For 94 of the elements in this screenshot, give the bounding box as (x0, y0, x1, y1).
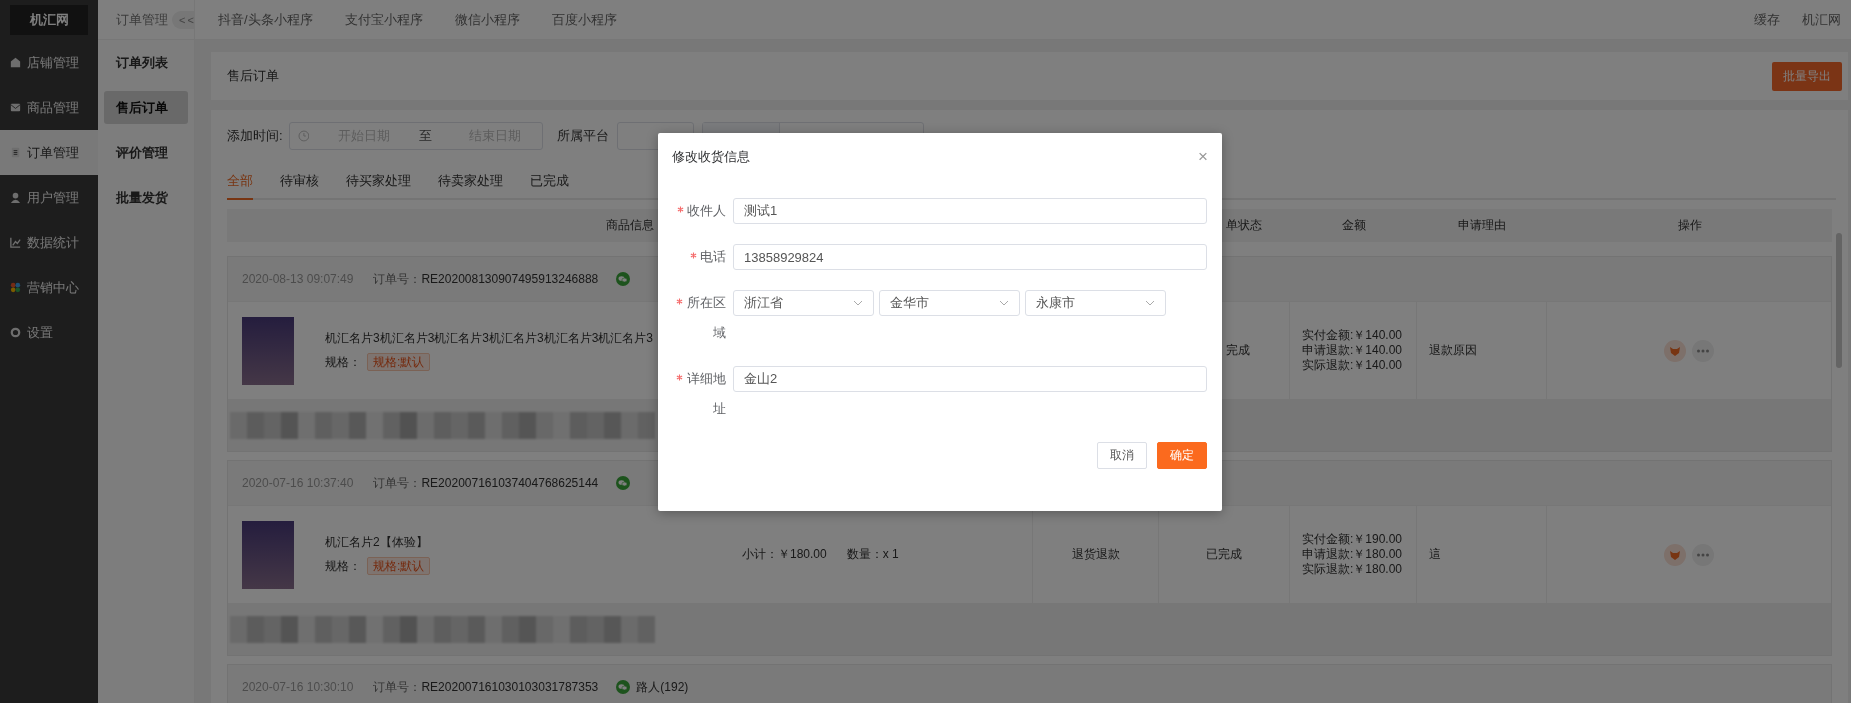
more-icon[interactable] (1692, 543, 1714, 566)
confirm-button[interactable]: 确定 (1157, 442, 1207, 469)
document-icon (9, 146, 22, 159)
scrollbar[interactable] (1836, 233, 1842, 368)
chat-bubble-icon (616, 272, 631, 286)
amount-line: 实付金额:￥140.00 (1302, 328, 1403, 343)
submenu-item[interactable]: 批量发货 (104, 181, 188, 214)
fox-head-icon[interactable] (1664, 339, 1686, 362)
chat-bubble-icon (616, 680, 631, 694)
column-header: 商品信息 (605, 217, 655, 234)
platform-tab[interactable]: 抖音/头条小程序 (218, 10, 313, 29)
amount-line: 申请退款:￥180.00 (1302, 547, 1403, 562)
header-link[interactable]: 缓存 (1754, 10, 1780, 29)
field-label: 详细地址 (686, 370, 726, 418)
order-status: 已完成 (1206, 546, 1242, 563)
amount-line: 实际退款:￥180.00 (1302, 562, 1403, 577)
submenu-item[interactable]: 订单列表 (104, 46, 188, 79)
quantity: 数量：x 1 (846, 546, 899, 563)
sidebar-item[interactable]: 营销中心 (0, 265, 98, 310)
spec-tag: 规格:默认 (367, 353, 431, 371)
order-number-label: 订单号： (373, 678, 422, 696)
input-field[interactable]: 13858929824 (733, 244, 1207, 270)
input-field[interactable]: 金山2 (733, 366, 1207, 392)
sidebar-item[interactable]: 设置 (0, 310, 98, 355)
amount-line: 实付金额:￥190.00 (1302, 532, 1403, 547)
column-header: 单状态 (1225, 217, 1263, 234)
more-icon[interactable] (1692, 339, 1714, 362)
order-number-label: 订单号： (373, 270, 422, 288)
status-tab[interactable]: 待买家处理 (346, 172, 411, 200)
submenu-item[interactable]: 售后订单 (104, 91, 188, 124)
sidebar-item[interactable]: 店铺管理 (0, 40, 98, 85)
chart-icon (9, 236, 22, 249)
colorful-pinwheel-icon (9, 281, 22, 294)
spec-tag: 规格:默认 (367, 557, 431, 575)
header-link[interactable]: 机汇网 (1802, 10, 1841, 29)
photo-placeholder (242, 316, 294, 385)
clock-icon (297, 130, 310, 142)
order-status: 完成 (1226, 342, 1250, 359)
column-header: 申请理由 (1457, 217, 1507, 234)
sidebar-item[interactable]: 商品管理 (0, 85, 98, 130)
column-header: 操作 (1676, 217, 1703, 234)
chevron-down-icon (853, 300, 863, 306)
chevron-down-icon (1145, 300, 1155, 306)
close-button[interactable]: × (1198, 147, 1208, 167)
chevron-down-icon (999, 300, 1009, 306)
refund-reason: 這 (1429, 546, 1441, 563)
export-button[interactable]: 批量导出 (1772, 61, 1842, 91)
order-number: RE202007161030103031787353 (421, 680, 599, 694)
status-tab[interactable]: 全部 (227, 172, 253, 200)
platform-tab[interactable]: 百度小程序 (551, 10, 617, 29)
logo: 机汇网 (10, 5, 88, 35)
region-select[interactable]: 金华市 (879, 290, 1020, 316)
photo-placeholder (242, 520, 294, 589)
filter-label: 添加时间: (227, 127, 283, 145)
product-title: 机汇名片2【体验】 (325, 534, 429, 551)
sidebar-item[interactable]: 用户管理 (0, 175, 98, 220)
cancel-button[interactable]: 取消 (1097, 442, 1147, 469)
chat-bubble-icon (616, 476, 631, 490)
buyer-name: 路人(192) (636, 678, 689, 696)
region-select[interactable]: 浙江省 (733, 290, 874, 316)
spec-label: 规格： (325, 353, 361, 371)
refund-reason: 退款原因 (1429, 342, 1477, 359)
user-icon (9, 191, 22, 204)
store-icon (9, 56, 22, 69)
envelope-icon (9, 101, 22, 114)
product-title: 机汇名片3机汇名片3机汇名片3机汇名片3机汇名片3机汇名片3 (325, 330, 655, 347)
section-title: 订单管理 (116, 10, 168, 29)
platform-tab[interactable]: 支付宝小程序 (344, 10, 423, 29)
page-title: 售后订单 (227, 67, 279, 85)
sidebar-item[interactable]: 数据统计 (0, 220, 98, 265)
submenu-item[interactable]: 评价管理 (104, 136, 188, 169)
order-number: RE202007161037404768625144 (421, 476, 599, 490)
order-number-label: 订单号： (373, 474, 422, 492)
sidebar-item[interactable]: 订单管理 (0, 130, 98, 175)
dialog-title: 修改收货信息 (672, 148, 750, 166)
fox-head-icon[interactable] (1664, 543, 1686, 566)
status-tab[interactable]: 待卖家处理 (438, 172, 503, 200)
amount-line: 实际退款:￥140.00 (1302, 358, 1403, 373)
order-number: RE202008130907495913246888 (421, 272, 599, 286)
platform-tab[interactable]: 微信小程序 (454, 10, 520, 29)
refund-type: 退货退款 (1071, 546, 1120, 563)
region-select[interactable]: 永康市 (1025, 290, 1166, 316)
input-field[interactable]: 测试1 (733, 198, 1207, 224)
amount-line: 申请退款:￥140.00 (1302, 343, 1403, 358)
column-header: 金额 (1340, 217, 1367, 234)
field-label: 所在区域 (686, 294, 726, 342)
status-tab[interactable]: 已完成 (530, 172, 569, 200)
status-tab[interactable]: 待审核 (280, 172, 319, 200)
spec-label: 规格： (325, 557, 361, 575)
gear-icon (9, 326, 22, 339)
field-label: 收件人 (687, 202, 726, 220)
field-label: 电话 (700, 248, 726, 266)
subtotal: 小计：￥180.00 (742, 546, 827, 563)
filter-label: 所属平台 (556, 127, 609, 145)
